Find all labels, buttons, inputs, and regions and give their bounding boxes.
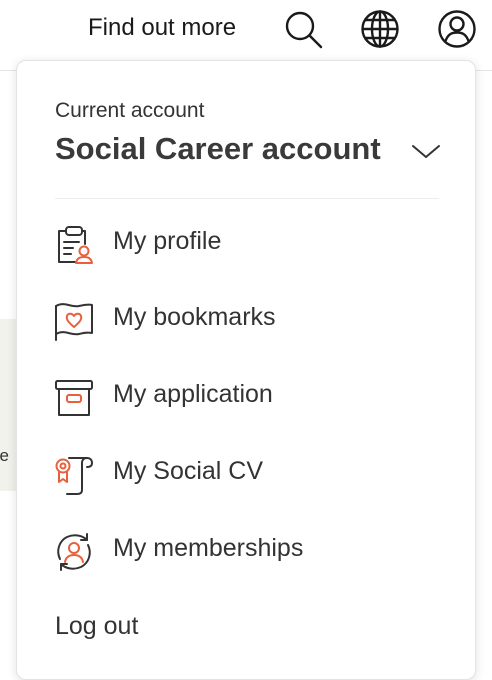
menu-item-label: My application — [113, 380, 273, 408]
archive-box-icon — [53, 377, 95, 419]
logout-link[interactable]: Log out — [55, 612, 138, 641]
menu-item-label: My profile — [113, 227, 222, 255]
current-account-label: Current account — [55, 99, 205, 122]
chevron-down-icon[interactable] — [410, 139, 442, 163]
menu-item-my-bookmarks[interactable]: My bookmarks — [53, 296, 443, 344]
menu-item-my-memberships[interactable]: My memberships — [53, 527, 443, 575]
menu-item-label: My bookmarks — [113, 303, 276, 331]
user-account-icon[interactable] — [437, 9, 477, 49]
background-text: ge — [0, 446, 9, 465]
header-divider — [476, 70, 492, 71]
menu-item-my-social-cv[interactable]: My Social CV — [53, 450, 443, 498]
header-divider — [0, 70, 16, 71]
account-name[interactable]: Social Career account — [55, 131, 381, 167]
heart-flag-icon — [53, 300, 95, 342]
menu-item-label: My Social CV — [113, 457, 264, 485]
account-dropdown-menu: Current account Social Career account My… — [16, 60, 476, 680]
award-scroll-icon — [53, 454, 95, 496]
profile-clipboard-icon — [53, 224, 95, 266]
menu-item-label: My memberships — [113, 534, 304, 562]
search-icon[interactable] — [283, 9, 323, 49]
find-out-more-link[interactable]: Find out more — [88, 12, 236, 44]
menu-item-my-application[interactable]: My application — [53, 373, 443, 421]
user-refresh-icon — [53, 531, 95, 573]
menu-divider — [55, 198, 439, 199]
globe-icon[interactable] — [360, 9, 400, 49]
menu-item-my-profile[interactable]: My profile — [53, 220, 443, 268]
top-bar: Find out more — [0, 0, 492, 71]
